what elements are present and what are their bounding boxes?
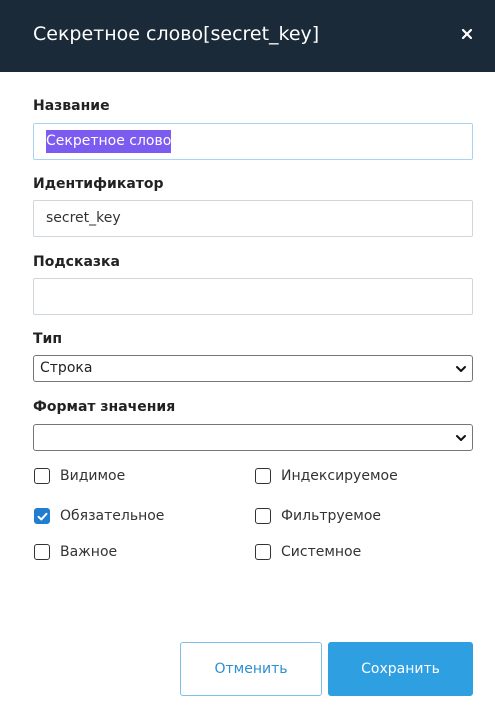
checkbox-indexed-box[interactable] [255, 468, 271, 484]
checkbox-system-label: Системное [281, 544, 362, 560]
hint-input[interactable] [33, 278, 473, 315]
name-input-value: Секретное слово [46, 130, 172, 153]
identifier-label: Идентификатор [33, 176, 164, 192]
checkbox-visible-label: Видимое [60, 468, 126, 484]
checkbox-indexed[interactable]: Индексируемое [255, 466, 398, 486]
dialog-title: Секретное слово[secret_key] [33, 23, 320, 45]
name-label: Название [33, 98, 110, 114]
hint-label: Подсказка [33, 254, 120, 270]
checkbox-important-label: Важное [60, 544, 118, 560]
chevron-down-icon [456, 435, 466, 441]
checkbox-important[interactable]: Важное [34, 542, 117, 562]
dialog-header: Секретное слово[secret_key] [0, 0, 495, 72]
save-button[interactable]: Сохранить [328, 642, 473, 696]
identifier-input[interactable]: secret_key [33, 200, 473, 237]
checkbox-system[interactable]: Системное [255, 542, 361, 562]
format-label: Формат значения [33, 399, 176, 415]
checkbox-system-box[interactable] [255, 544, 271, 560]
checkbox-visible[interactable]: Видимое [34, 466, 125, 486]
checkbox-visible-box[interactable] [34, 468, 50, 484]
checkbox-required-label: Обязательное [60, 508, 165, 524]
cancel-button[interactable]: Отменить [180, 642, 322, 696]
checkbox-important-box[interactable] [34, 544, 50, 560]
type-select[interactable]: Строка [33, 355, 473, 382]
chevron-down-icon [456, 366, 466, 372]
format-select[interactable] [33, 424, 473, 451]
type-select-value: Строка [40, 360, 93, 376]
close-icon [461, 28, 473, 40]
checkbox-filtered-box[interactable] [255, 508, 271, 524]
type-label: Тип [33, 331, 63, 347]
checkbox-required-box[interactable] [34, 508, 50, 524]
identifier-input-value: secret_key [46, 210, 121, 226]
checkbox-required[interactable]: Обязательное [34, 506, 164, 526]
checkbox-filtered[interactable]: Фильтруемое [255, 506, 381, 526]
checkbox-filtered-label: Фильтруемое [281, 508, 382, 524]
checkmark-icon [37, 512, 47, 520]
checkbox-indexed-label: Индексируемое [281, 468, 398, 484]
close-button[interactable] [457, 24, 477, 44]
name-input[interactable]: Секретное слово [33, 123, 473, 160]
